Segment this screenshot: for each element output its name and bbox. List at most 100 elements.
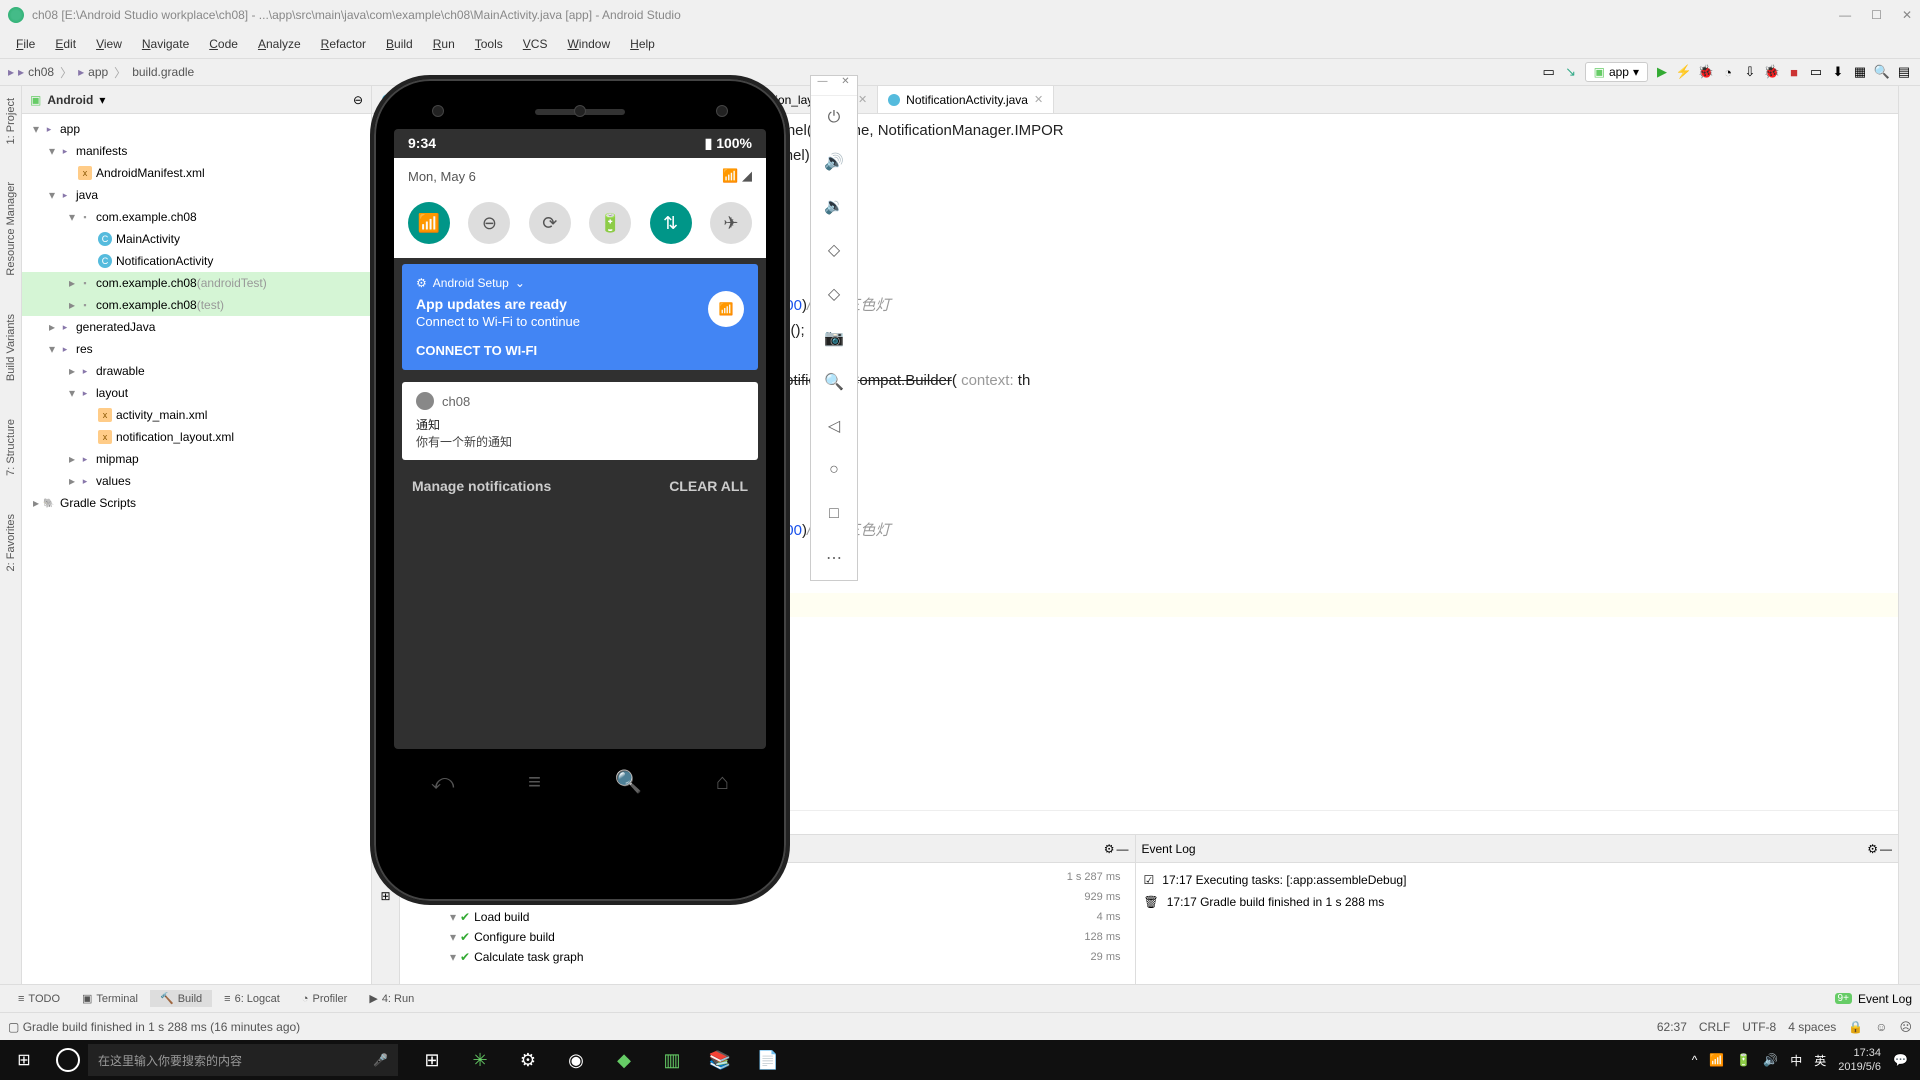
ime-icon[interactable]: 中 [1790,1052,1802,1069]
debug-button[interactable]: 🐞 [1698,64,1714,80]
home-icon[interactable]: ○ [811,448,857,492]
minimize-button[interactable]: — [1839,8,1851,22]
notification-center-icon[interactable]: 💬 [1893,1053,1908,1067]
editor-tab[interactable]: NotificationActivity.java✕ [878,86,1054,113]
app-icon[interactable]: 📄 [754,1046,782,1074]
menu-view[interactable]: View [88,35,130,53]
tree-node[interactable]: xnotification_layout.xml [22,426,371,448]
profiler-button[interactable]: ◔ Profiler [292,991,358,1007]
tool-tab----favorites[interactable]: 2: Favorites [3,510,19,575]
tree-node[interactable]: ▸▸mipmap [22,448,371,470]
build-line[interactable]: ▾✔ Configure build128 ms [404,927,1131,947]
maximize-button[interactable]: ☐ [1871,8,1882,22]
cortana-icon[interactable] [56,1048,80,1072]
dnd-toggle[interactable]: ⊖ [468,202,510,244]
todo-button[interactable]: ≡ TODO [8,991,70,1007]
project-view-selector[interactable]: Android [47,93,93,107]
trash-icon[interactable]: 🗑 [1144,895,1159,909]
profile-button[interactable]: ◔ [1720,64,1736,80]
notification-card-app[interactable]: ch08 通知 你有一个新的通知 [402,382,758,460]
tree-node[interactable]: ▾▸layout [22,382,371,404]
sync-icon[interactable]: ↘ [1563,64,1579,80]
close-icon[interactable]: ✕ [858,93,867,106]
menu-refactor[interactable]: Refactor [313,35,374,53]
check-icon[interactable]: ☑ [1144,873,1155,887]
line-separator[interactable]: CRLF [1699,1020,1730,1034]
logcat-button[interactable]: ≡ 6: Logcat [214,991,290,1007]
rotate-right-icon[interactable]: ◇ [811,272,857,316]
file-encoding[interactable]: UTF-8 [1742,1020,1776,1034]
clear-all-button[interactable]: CLEAR ALL [669,478,748,494]
wifi-toggle[interactable]: 📶 [408,202,450,244]
help-icon[interactable]: ▤ [1896,64,1912,80]
app-icon[interactable]: ▥ [658,1046,686,1074]
close-button[interactable]: ✕ [834,76,857,95]
back-icon[interactable]: ◁ [811,404,857,448]
chevron-down-icon[interactable]: ⌄ [515,276,525,290]
close-button[interactable]: ✕ [1902,8,1912,22]
lock-icon[interactable]: 🔒 [1848,1020,1863,1034]
menu-navigate[interactable]: Navigate [134,35,197,53]
minimize-icon[interactable]: — [1117,842,1129,856]
search-icon[interactable]: 🔍 [1874,64,1890,80]
tree-node[interactable]: ▾▸java [22,184,371,206]
event-log-list[interactable]: ☑17:17 Executing tasks: [:app:assembleDe… [1136,863,1899,984]
menu-build[interactable]: Build [378,35,421,53]
volume-icon[interactable]: 🔊 [1763,1053,1778,1067]
wechat-icon[interactable]: ✳ [466,1046,494,1074]
zoom-icon[interactable]: 🔍 [811,360,857,404]
chrome-icon[interactable]: ◉ [562,1046,590,1074]
app-icon[interactable]: 📚 [706,1046,734,1074]
data-toggle[interactable]: ⇅ [650,202,692,244]
avd-manager-icon[interactable]: ▭ [1808,64,1824,80]
collapse-icon[interactable]: ⊖ [353,93,363,107]
wifi-icon[interactable]: 📶 [1709,1053,1724,1067]
sdk-manager-icon[interactable]: ⬇ [1830,64,1846,80]
tree-node[interactable]: ▸▸values [22,470,371,492]
camera-icon[interactable]: 📷 [811,316,857,360]
volume-down-icon[interactable]: 🔉 [811,184,857,228]
volume-up-icon[interactable]: 🔊 [811,140,857,184]
tool-tab----project[interactable]: 1: Project [3,94,19,148]
rotate-left-icon[interactable]: ◇ [811,228,857,272]
emulator-window[interactable]: 9:34 ▮ 100% Mon, May 6 📶 ◢ 📶 ⊖ ⟳ 🔋 ⇅ ✈ ⚙… [370,75,790,905]
tree-node[interactable]: ▸▪com.example.ch08 (test) [22,294,371,316]
menu-code[interactable]: Code [201,35,246,53]
filter-icon[interactable]: ⊞ [380,889,390,903]
minimize-button[interactable]: — [811,76,834,95]
indent-setting[interactable]: 4 spaces [1788,1020,1836,1034]
tool-tab-resource-manager[interactable]: Resource Manager [3,178,19,280]
home-button[interactable]: ⌂ [716,769,729,795]
menu-tools[interactable]: Tools [467,35,511,53]
event-log-button[interactable]: Event Log [1858,992,1912,1006]
notification-card-setup[interactable]: ⚙ Android Setup ⌄ App updates are ready … [402,264,758,370]
ime-icon[interactable]: 英 [1814,1052,1826,1069]
menu-window[interactable]: Window [559,35,618,53]
menu-run[interactable]: Run [425,35,463,53]
terminal-button[interactable]: ▣ Terminal [72,990,148,1007]
airplane-toggle[interactable]: ✈ [710,202,752,244]
tree-node[interactable]: ▸▸generatedJava [22,316,371,338]
tree-node[interactable]: ▸▸drawable [22,360,371,382]
tree-node[interactable]: ▾▸manifests [22,140,371,162]
menu-file[interactable]: File [8,35,43,53]
gear-icon[interactable]: ⚙ [1867,842,1878,856]
notif-action-button[interactable]: CONNECT TO WI-FI [416,343,744,358]
apply-changes-icon[interactable]: ⚡ [1676,64,1692,80]
smiley-icon[interactable]: ☺ [1875,1020,1887,1034]
taskbar-clock[interactable]: 17:34 2019/5/6 [1838,1046,1881,1074]
breadcrumb-item[interactable]: ▸ app [78,65,108,79]
run-button-bottom[interactable]: ▶ 4: Run [359,990,424,1007]
recents-button[interactable]: ≡ [528,769,541,795]
tree-node[interactable]: ▾▸res [22,338,371,360]
settings-icon[interactable]: ⚙ [514,1046,542,1074]
close-icon[interactable]: ✕ [1034,93,1043,106]
search-button[interactable]: 🔍 [615,769,642,795]
overview-icon[interactable]: □ [811,492,857,536]
tree-node[interactable]: ▸▪com.example.ch08 (androidTest) [22,272,371,294]
tree-node[interactable]: xactivity_main.xml [22,404,371,426]
run-button[interactable]: ▶ [1654,64,1670,80]
manage-notifications-button[interactable]: Manage notifications [412,478,551,494]
mic-icon[interactable]: 🎤 [373,1053,388,1067]
menu-vcs[interactable]: VCS [515,35,556,53]
